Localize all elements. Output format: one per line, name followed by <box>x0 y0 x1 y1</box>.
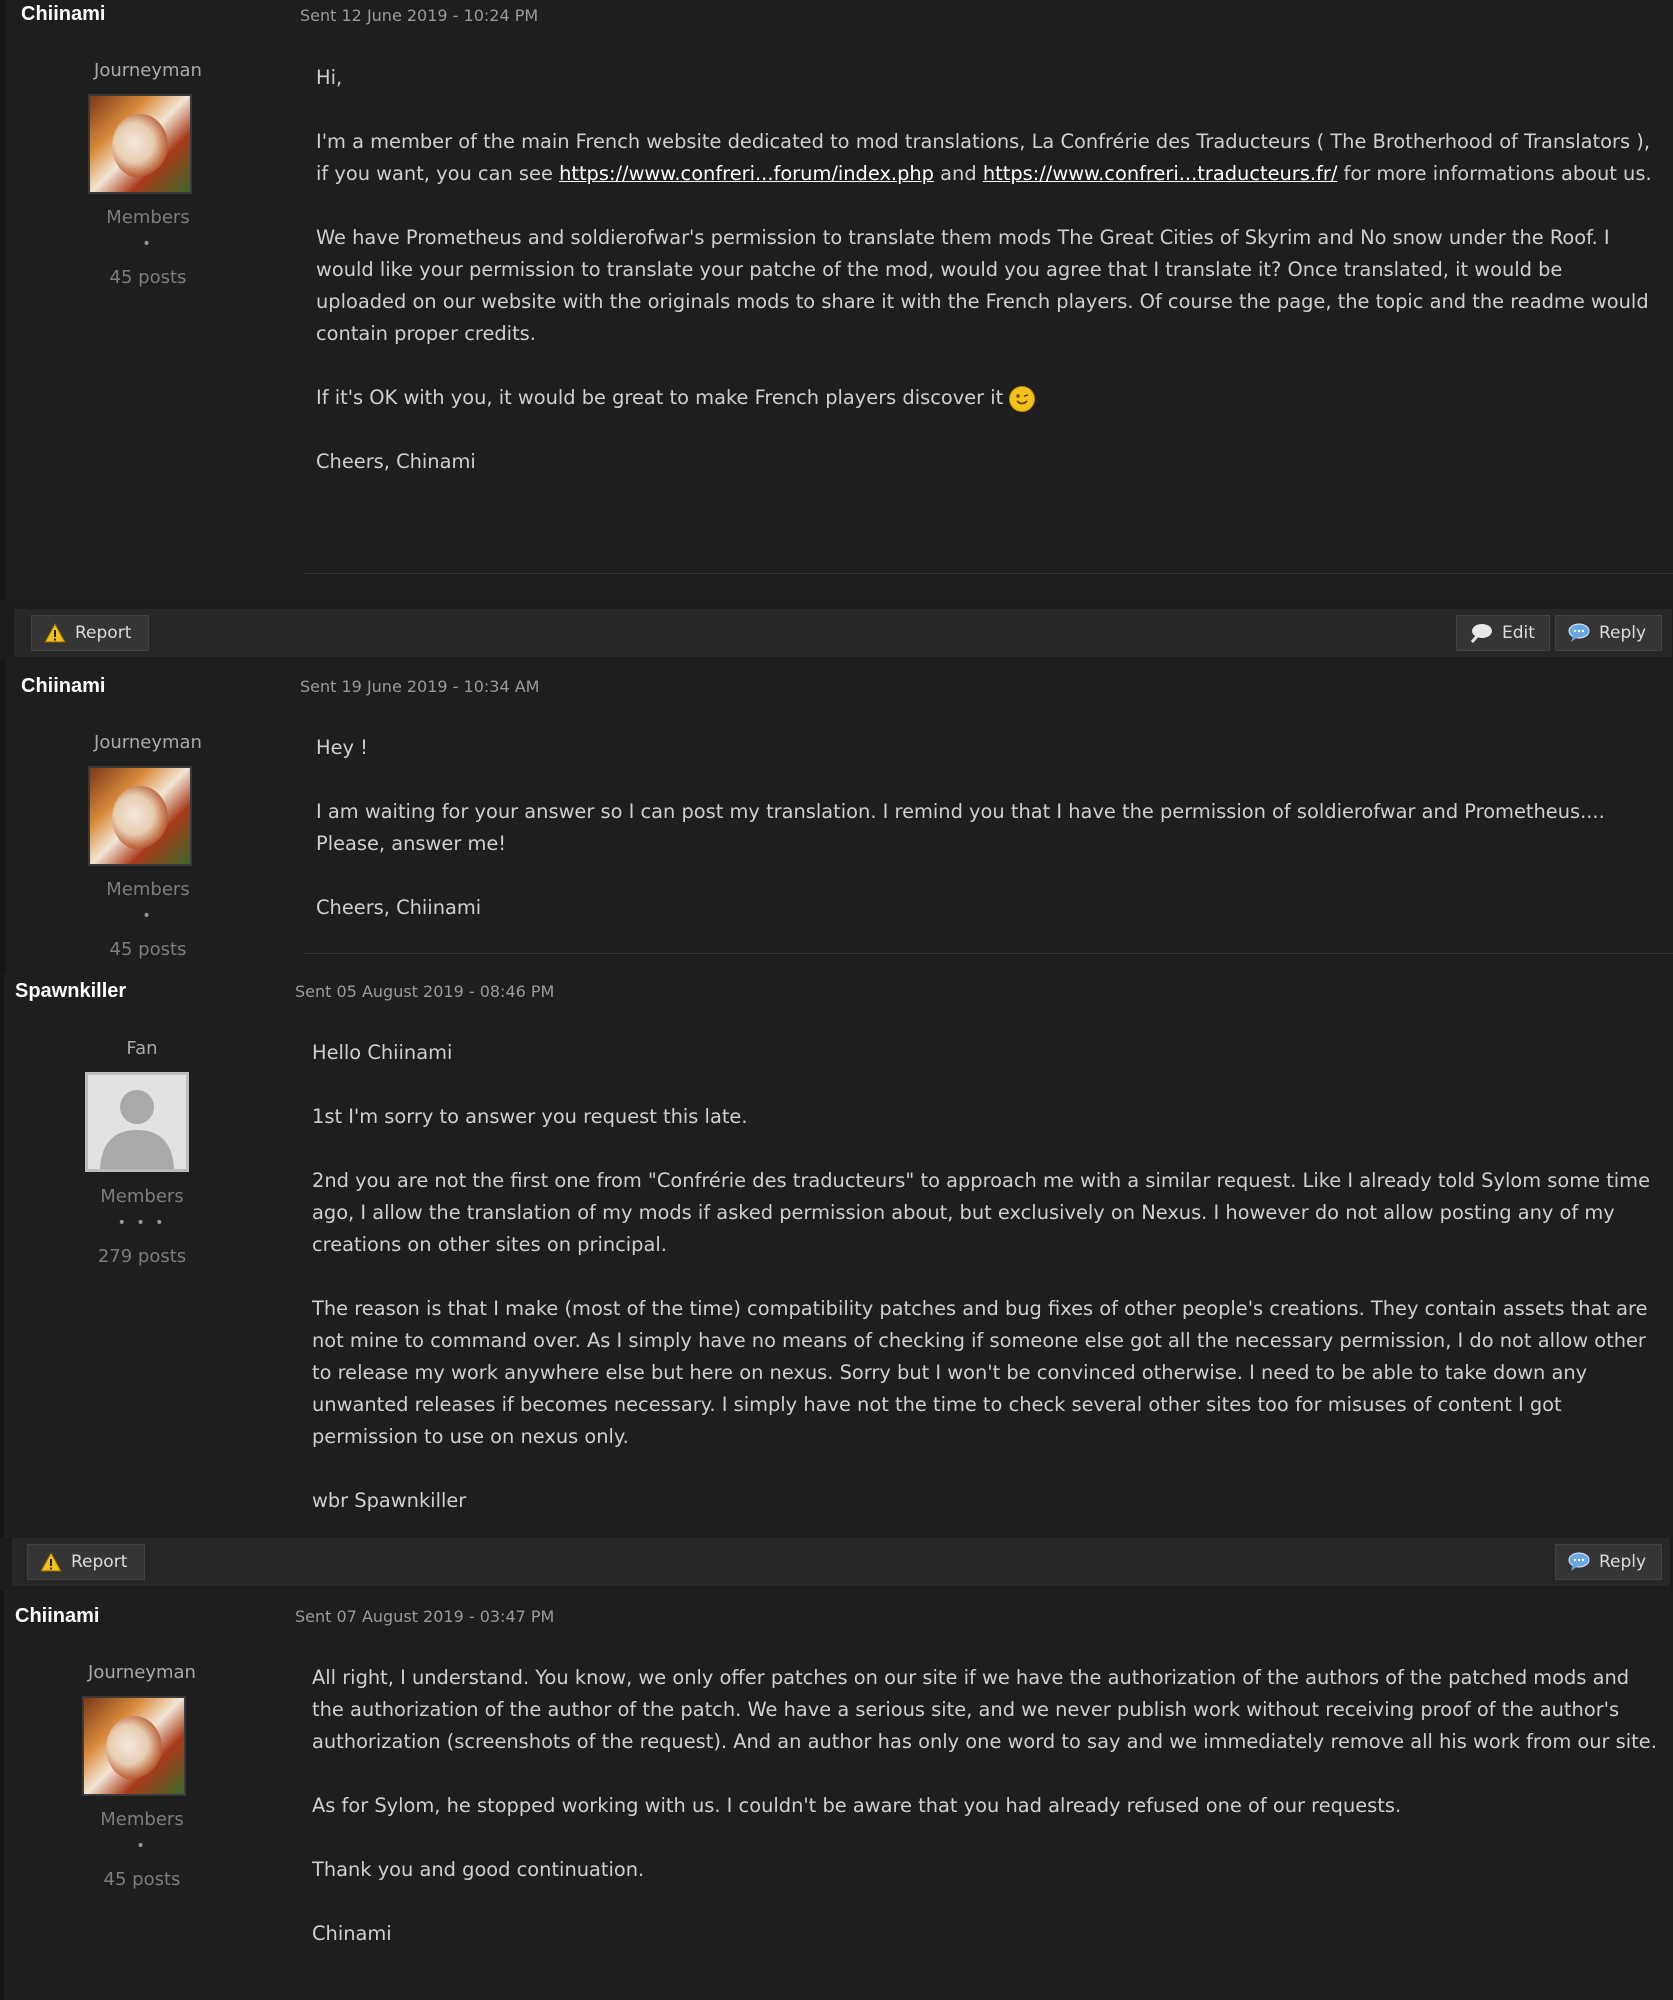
message-post: Chiinami Sent 07 August 2019 - 03:47 PM … <box>0 1590 1673 2000</box>
reply-button[interactable]: Reply <box>1555 615 1662 651</box>
report-button[interactable]: Report <box>27 1544 145 1580</box>
website-link[interactable]: https://www.confreri...traducteurs.fr/ <box>983 162 1338 185</box>
divider <box>303 953 1673 954</box>
default-user-avatar[interactable] <box>85 1072 189 1172</box>
edit-label: Edit <box>1502 623 1535 643</box>
paragraph: Hey ! <box>316 736 368 759</box>
speech-bubble-icon <box>1568 1552 1590 1571</box>
paragraph: 2nd you are not the first one from "Conf… <box>312 1169 1650 1256</box>
wink-smiley-icon <box>1009 385 1036 412</box>
paragraph: If it's OK with you, it would be great t… <box>316 382 1656 414</box>
message-body: Hi, I'm a member of the main French webs… <box>316 62 1656 510</box>
member-group: Members <box>100 1186 184 1207</box>
paragraph: wbr Spawnkiller <box>312 1489 467 1512</box>
author-name[interactable]: Chiinami <box>21 3 105 26</box>
divider <box>303 573 1673 574</box>
post-timestamp: Sent 05 August 2019 - 08:46 PM <box>295 982 555 1001</box>
edit-icon <box>1470 624 1492 643</box>
post-count: 45 posts <box>109 267 187 288</box>
paragraph: Hi, <box>316 66 343 89</box>
message-body: All right, I understand. You know, we on… <box>312 1662 1657 1982</box>
post-actions-bar: Report Edit Reply <box>14 609 1672 657</box>
member-group: Members <box>106 879 190 900</box>
report-label: Report <box>71 1552 128 1572</box>
message-post: Chiinami Sent 12 June 2019 - 10:24 PM Jo… <box>0 0 1673 600</box>
message-post: Chiinami Sent 19 June 2019 - 10:34 AM Jo… <box>0 660 1673 972</box>
member-rank: Journeyman <box>94 732 202 753</box>
speech-bubble-icon <box>1568 623 1590 642</box>
paragraph-text: for more informations about us. <box>1343 162 1652 185</box>
post-count: 279 posts <box>97 1246 187 1267</box>
paragraph: Thank you and good continuation. <box>312 1858 645 1881</box>
forum-link[interactable]: https://www.confreri...forum/index.php <box>559 162 934 185</box>
author-name[interactable]: Chiinami <box>15 1605 99 1628</box>
post-timestamp: Sent 12 June 2019 - 10:24 PM <box>300 6 539 25</box>
user-avatar[interactable] <box>88 766 192 866</box>
paragraph: 1st I'm sorry to answer you request this… <box>312 1105 748 1128</box>
reply-button[interactable]: Reply <box>1555 1544 1662 1580</box>
rank-pips: • <box>142 236 154 252</box>
rank-pips: • <box>136 1838 148 1854</box>
paragraph: Chinami <box>312 1922 392 1945</box>
reply-label: Reply <box>1599 623 1647 643</box>
post-count: 45 posts <box>109 939 187 960</box>
rank-pips: • • • <box>117 1215 167 1231</box>
paragraph-text: If it's OK with you, it would be great t… <box>316 386 1004 409</box>
paragraph: All right, I understand. You know, we on… <box>312 1666 1657 1753</box>
post-timestamp: Sent 19 June 2019 - 10:34 AM <box>300 677 540 696</box>
message-body: Hello Chiinami 1st I'm sorry to answer y… <box>312 1037 1657 1549</box>
post-actions-bar: Report Reply <box>12 1538 1670 1586</box>
and-text: and <box>940 162 977 185</box>
paragraph: Cheers, Chiinami <box>316 896 482 919</box>
paragraph: I'm a member of the main French website … <box>316 126 1656 190</box>
rank-pips: • <box>142 908 154 924</box>
report-button[interactable]: Report <box>31 615 149 651</box>
paragraph: Hello Chiinami <box>312 1041 453 1064</box>
author-name[interactable]: Chiinami <box>21 675 105 698</box>
member-rank: Journeyman <box>88 1662 196 1683</box>
user-avatar[interactable] <box>82 1696 186 1796</box>
paragraph: The reason is that I make (most of the t… <box>312 1297 1648 1448</box>
warning-icon <box>40 1551 62 1572</box>
reply-label: Reply <box>1599 1552 1647 1572</box>
author-name[interactable]: Spawnkiller <box>15 980 126 1003</box>
post-timestamp: Sent 07 August 2019 - 03:47 PM <box>295 1607 555 1626</box>
user-silhouette-icon <box>100 1090 174 1169</box>
member-group: Members <box>100 1809 184 1830</box>
message-post: Spawnkiller Sent 05 August 2019 - 08:46 … <box>0 972 1673 1538</box>
user-avatar[interactable] <box>88 94 192 194</box>
member-group: Members <box>106 207 190 228</box>
member-rank: Fan <box>126 1038 158 1059</box>
report-label: Report <box>75 623 132 643</box>
warning-icon <box>44 622 66 643</box>
member-rank: Journeyman <box>94 60 202 81</box>
message-body: Hey ! I am waiting for your answer so I … <box>316 732 1656 956</box>
paragraph: As for Sylom, he stopped working with us… <box>312 1794 1402 1817</box>
post-count: 45 posts <box>103 1869 181 1890</box>
paragraph: I am waiting for your answer so I can po… <box>316 800 1605 855</box>
paragraph: We have Prometheus and soldierofwar's pe… <box>316 226 1649 345</box>
paragraph: Cheers, Chinami <box>316 450 476 473</box>
edit-button[interactable]: Edit <box>1456 615 1550 651</box>
